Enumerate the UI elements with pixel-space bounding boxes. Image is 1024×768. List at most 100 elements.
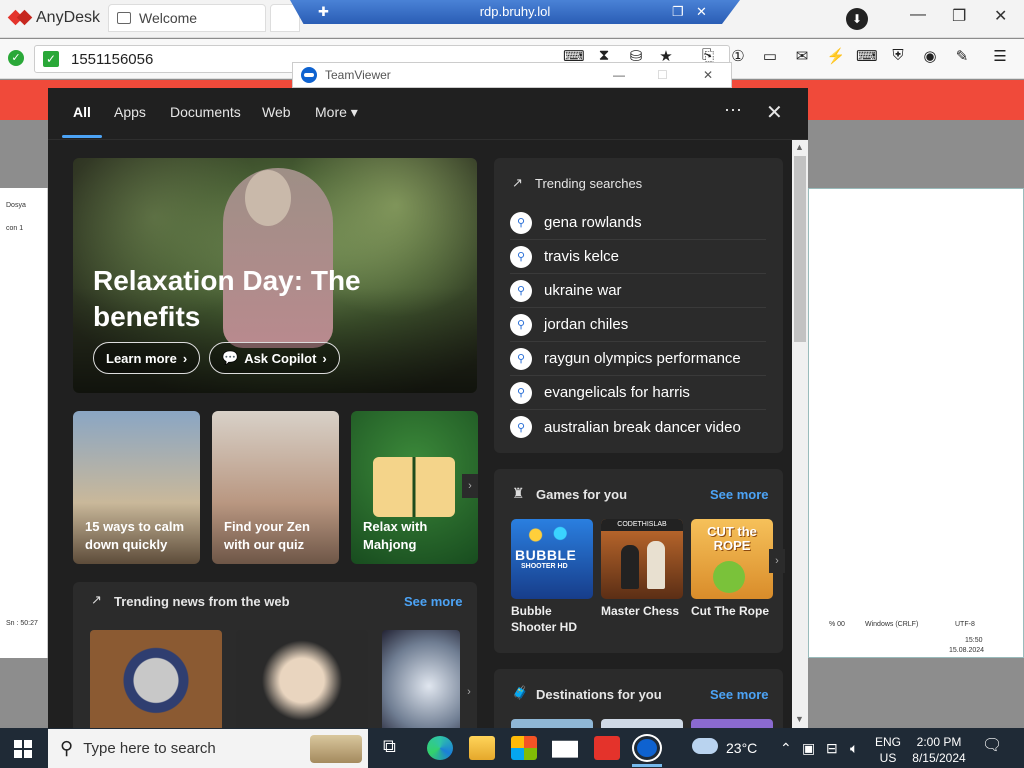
language-indicator[interactable]: ENG US: [874, 734, 902, 766]
card-calm-caption: 15 ways to calm down quickly: [85, 519, 184, 552]
news-next-icon[interactable]: ›: [461, 680, 477, 704]
destinations-see-more[interactable]: See more: [710, 687, 769, 702]
teamviewer-taskbar-icon[interactable]: [634, 736, 660, 760]
permissions-icon[interactable]: ⛨: [888, 47, 908, 64]
trending-item[interactable]: ⚲ travis kelce: [510, 240, 766, 274]
menu-icon[interactable]: ☰: [990, 47, 1010, 65]
remote-clock-date: 15.08.2024: [949, 647, 985, 654]
trending-label: gena rowlands: [544, 214, 642, 231]
file-explorer-icon[interactable]: [469, 736, 495, 760]
ask-copilot-button[interactable]: 💬 Ask Copilot ›: [209, 342, 340, 374]
store-icon[interactable]: [511, 736, 537, 760]
close-session-icon[interactable]: ✕: [696, 0, 707, 24]
scroll-thumb[interactable]: [794, 156, 806, 342]
card-calm[interactable]: 15 ways to calm down quickly: [73, 411, 200, 564]
download-icon[interactable]: ⬇: [846, 8, 868, 30]
draw-icon[interactable]: ✎: [952, 47, 972, 65]
search-highlight-icon: [310, 735, 362, 763]
panel-scrollbar[interactable]: ▲ ▼: [792, 140, 808, 728]
games-see-more[interactable]: See more: [710, 487, 769, 502]
chat-icon[interactable]: ✉: [792, 47, 812, 65]
card-mahjong[interactable]: Relax with Mahjong: [351, 411, 478, 564]
record-icon[interactable]: ◉: [920, 47, 940, 65]
display-icon[interactable]: ▭: [760, 47, 780, 65]
notepad-status-2: Windows (CRLF): [865, 621, 919, 628]
maximize-icon[interactable]: ❐: [952, 6, 966, 26]
remote-session-bar[interactable]: rdp.bruhy.lol ✚ ❐ ✕: [290, 0, 740, 24]
learn-more-button[interactable]: Learn more ›: [93, 342, 201, 374]
address-value: 1551156056: [71, 50, 154, 68]
tab-more[interactable]: More ▾: [315, 104, 358, 121]
trending-item[interactable]: ⚲ raygun olympics performance: [510, 342, 766, 376]
language-line1: ENG: [874, 735, 901, 749]
news-image-3[interactable]: [382, 630, 460, 728]
game-bubble-shooter[interactable]: BUBBLE SHOOTER HD: [511, 519, 593, 599]
game-cut-the-rope[interactable]: CUT the ROPE: [691, 519, 773, 599]
teamviewer-titlebar[interactable]: TeamViewer — ☐ ✕: [292, 62, 732, 88]
notepad-left: Dosya con 1 Sn : 50:27: [0, 188, 48, 658]
notifications-icon[interactable]: 🗨︎: [982, 738, 1002, 754]
games-next-icon[interactable]: ›: [769, 549, 785, 573]
network-icon[interactable]: ⊟: [826, 740, 838, 756]
hero-card[interactable]: Relaxation Day: The benefits Learn more ›…: [73, 158, 477, 393]
om-nom-icon: [713, 561, 745, 593]
notepad-right: % 00 Windows (CRLF) UTF-8 15:50 15.08.20…: [808, 188, 1024, 658]
windows-start-icon[interactable]: [14, 740, 32, 758]
anydesk-diamond-icon: [7, 7, 33, 29]
tv-maximize-icon[interactable]: ☐: [657, 68, 668, 82]
restore-icon[interactable]: ❐: [672, 0, 684, 24]
taskbar-search-box[interactable]: ⚲ Type here to search: [48, 729, 368, 768]
news-image-2[interactable]: [236, 630, 368, 728]
actions-icon[interactable]: ⚡: [826, 47, 846, 65]
news-image-1[interactable]: [90, 630, 222, 728]
trending-item[interactable]: ⚲ australian break dancer video: [510, 410, 766, 444]
chess-king-white: [647, 541, 665, 589]
games-icon: ♜: [512, 485, 525, 501]
destination-image-2[interactable]: [601, 719, 683, 728]
trending-item[interactable]: ⚲ jordan chiles: [510, 308, 766, 342]
task-view-icon[interactable]: ⧉: [383, 736, 396, 757]
close-icon[interactable]: ✕: [994, 6, 1007, 26]
trending-item[interactable]: ⚲ ukraine war: [510, 274, 766, 308]
trending-item[interactable]: ⚲ evangelicals for harris: [510, 376, 766, 410]
tray-chevron-icon[interactable]: ⌃: [780, 740, 792, 756]
destinations-box: 🧳 Destinations for you See more: [494, 669, 783, 728]
anydesk-taskbar-icon[interactable]: [594, 736, 620, 760]
search-icon: ⚲: [510, 245, 532, 268]
destination-image-1[interactable]: [511, 719, 593, 728]
trending-news-title: Trending news from the web: [114, 594, 290, 609]
game-master-chess[interactable]: CODETHISLAB: [601, 519, 683, 599]
tab-documents[interactable]: Documents: [170, 104, 241, 120]
tray-meet-icon[interactable]: ▣: [802, 740, 815, 756]
tab-apps[interactable]: Apps: [114, 104, 146, 120]
weather-icon[interactable]: [692, 738, 718, 754]
search-icon: ⚲: [510, 381, 532, 404]
search-icon: ⚲: [510, 313, 532, 336]
destination-image-3[interactable]: [691, 719, 773, 728]
tv-minimize-icon[interactable]: —: [613, 68, 625, 82]
clock[interactable]: 2:00 PM 8/15/2024: [908, 734, 970, 766]
trend-arrow-icon: ↗: [512, 175, 523, 190]
pin-icon[interactable]: ✚: [318, 0, 329, 24]
card-zen[interactable]: Find your Zen with our quiz: [212, 411, 339, 564]
tab-web[interactable]: Web: [262, 104, 291, 120]
tv-close-icon[interactable]: ✕: [703, 68, 713, 82]
codethislab-label: CODETHISLAB: [601, 519, 683, 531]
trending-label: ukraine war: [544, 282, 622, 299]
taskbar-active-indicator: [632, 764, 662, 767]
scroll-down-icon[interactable]: ▼: [795, 714, 804, 724]
tab-welcome[interactable]: Welcome: [108, 4, 266, 32]
close-panel-icon[interactable]: ✕: [766, 100, 783, 125]
trending-news-see-more[interactable]: See more: [404, 594, 463, 609]
keyboard-icon[interactable]: ⌨: [856, 47, 878, 65]
volume-icon[interactable]: 🔈︎: [850, 740, 858, 756]
weather-temp[interactable]: 23°C: [726, 740, 757, 756]
minimize-icon[interactable]: —: [910, 6, 926, 24]
card-zen-caption: Find your Zen with our quiz: [224, 519, 310, 552]
cards-next-icon[interactable]: ›: [462, 474, 478, 498]
tab-all[interactable]: All: [73, 104, 91, 120]
scroll-up-icon[interactable]: ▲: [795, 142, 804, 152]
edge-icon[interactable]: [427, 736, 453, 760]
trending-item[interactable]: ⚲ gena rowlands: [510, 206, 766, 240]
more-options-icon[interactable]: ⋯: [724, 100, 742, 121]
